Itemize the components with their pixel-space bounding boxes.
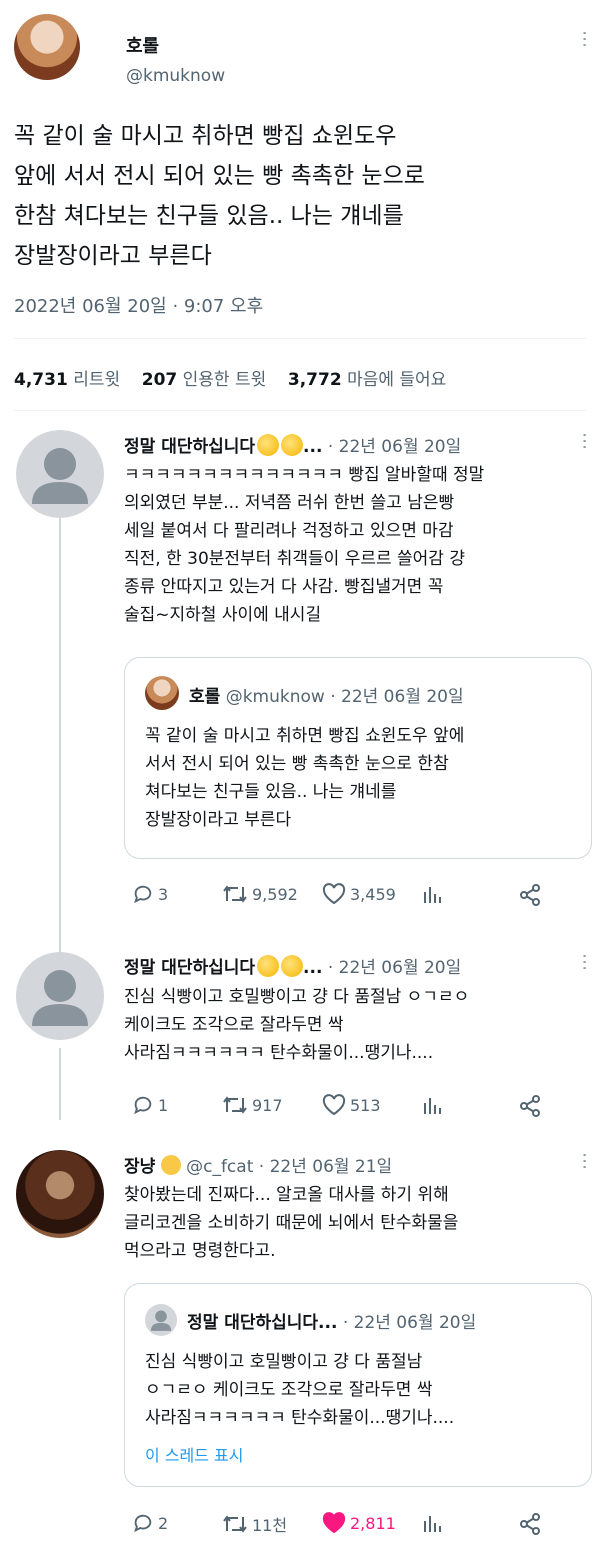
retweet-button[interactable]: 917 [222,1094,283,1116]
retweet-count: 9,592 [252,884,298,904]
quoted-handle: @kmuknow [225,687,325,707]
reply-display-name[interactable]: 장냥 [124,1157,155,1177]
quoted-tweet[interactable]: 호롤 @kmuknow · 22년 06월 20일 꼭 같이 술 마시고 취하면… [124,657,592,859]
reply-avatar[interactable] [16,430,104,518]
reply-date[interactable]: · 22년 06월 21일 [259,1157,392,1177]
more-options-icon[interactable]: ⋯ [574,1152,595,1170]
reply-icon [134,1514,152,1533]
share-button[interactable] [518,883,546,907]
reply-header: 정말 대단하십니다... · 22년 06월 20일 [124,953,461,978]
thread-line [59,512,61,952]
clapping-hands-emoji [257,434,280,456]
quoted-text: 꼭 같이 술 마시고 취하면 빵집 쇼윈도우 앞에 서서 전시 되어 있는 빵 … [145,726,465,830]
analytics-button[interactable] [422,883,448,905]
share-icon [520,1095,540,1117]
tweet-stats: 4,731 리트윗 207 인용한 트윗 3,772 마음에 들어요 [14,365,446,390]
clapping-hands-emoji [281,434,304,456]
default-user-icon [32,448,88,504]
quote-stat[interactable]: 207 인용한 트윗 [142,370,267,390]
author-avatar[interactable] [14,14,80,80]
like-count: 2,811 [350,1513,396,1533]
share-button[interactable] [518,1094,546,1118]
analytics-icon [424,887,441,903]
show-thread-link[interactable]: 이 스레드 표시 [145,1442,244,1466]
reply-count: 2 [158,1513,169,1533]
divider [14,338,586,339]
heart-icon [322,883,346,905]
tweet-text: 꼭 같이 술 마시고 취하면 빵집 쇼윈도우 앞에 서서 전시 되어 있는 빵 … [14,123,425,269]
divider [14,410,586,411]
retweet-count: 11천 [252,1516,288,1535]
more-options-icon[interactable]: ⋯ [574,953,595,971]
like-count: 3,459 [350,884,396,904]
quoted-text: 진심 식빵이고 호밀빵이고 걍 다 품절남 ㅇㄱㄹㅇ 케이크도 조각으로 잘라두… [145,1352,455,1428]
default-user-icon [32,970,88,1026]
retweet-icon [223,1515,247,1533]
heart-filled-icon [322,1512,346,1534]
reply-button[interactable]: 3 [132,883,168,905]
reply-text: ㅋㅋㅋㅋㅋㅋㅋㅋㅋㅋㅋㅋㅋㅋ 빵집 알바할때 정말 의외였던 부분... 저녁쯤… [124,465,485,625]
clapping-hands-emoji [257,955,280,977]
author-display-name[interactable]: 호롤 [126,32,159,58]
reply-display-name[interactable]: 정말 대단하십니다 [124,437,255,457]
retweet-count: 917 [252,1095,283,1115]
thread-line [59,1048,61,1120]
quoted-tweet[interactable]: 정말 대단하십니다... · 22년 06월 20일 진심 식빵이고 호밀빵이고… [124,1283,592,1487]
mask-face-emoji [160,1155,181,1175]
reply-button[interactable]: 1 [132,1094,168,1116]
quoted-author-avatar [145,1304,177,1336]
reply-button[interactable]: 2 [132,1512,168,1534]
retweet-button[interactable]: 9,592 [222,883,298,905]
reply-avatar[interactable] [16,1150,104,1238]
retweet-icon [223,1096,247,1114]
like-count: 513 [350,1095,381,1115]
quoted-display-name: 호롤 [189,687,221,707]
reply-handle[interactable]: @c_fcat [186,1157,253,1177]
retweet-icon [223,885,247,903]
heart-icon [322,1094,346,1116]
tweet-timestamp[interactable]: 2022년 06월 20일 · 9:07 오후 [14,292,263,318]
quoted-date: · 22년 06월 20일 [342,1313,477,1333]
analytics-button[interactable] [422,1094,448,1116]
reply-count: 1 [158,1095,169,1115]
retweet-button[interactable]: 11천 [222,1512,287,1536]
reply-date[interactable]: · 22년 06월 20일 [328,958,461,978]
quoted-author-avatar [145,676,179,710]
reply-icon [134,1096,152,1115]
reply-header: 장냥 @c_fcat · 22년 06월 21일 [124,1152,392,1177]
reply-date[interactable]: · 22년 06월 20일 [328,437,461,457]
like-button[interactable]: 3,459 [322,883,396,905]
author-handle[interactable]: @kmuknow [126,66,225,86]
more-options-icon[interactable]: ⋯ [574,432,595,450]
retweet-stat[interactable]: 4,731 리트윗 [14,370,120,390]
reply-text: 진심 식빵이고 호밀빵이고 걍 다 품절남 ㅇㄱㄹㅇ 케이크도 조각으로 잘라두… [124,987,470,1063]
default-user-icon [150,1310,172,1331]
reply-display-name[interactable]: 정말 대단하십니다 [124,958,255,978]
clapping-hands-emoji [281,955,304,977]
analytics-icon [424,1516,441,1532]
share-icon [520,884,540,906]
like-button[interactable]: 513 [322,1094,381,1116]
analytics-button[interactable] [422,1512,448,1534]
share-button[interactable] [518,1512,546,1536]
more-options-icon[interactable]: ⋯ [574,30,595,48]
share-icon [520,1513,540,1535]
reply-text: 찾아봤는데 진짜다... 알코올 대사를 하기 위해 글리코겐을 소비하기 때문… [124,1185,459,1261]
reply-avatar[interactable] [16,952,104,1040]
reply-icon [134,885,152,904]
like-button[interactable]: 2,811 [322,1512,396,1534]
like-stat[interactable]: 3,772 마음에 들어요 [288,370,446,390]
reply-count: 3 [158,884,169,904]
analytics-icon [424,1098,441,1114]
quoted-date: · 22년 06월 20일 [330,687,464,707]
reply-header: 정말 대단하십니다... · 22년 06월 20일 [124,432,461,457]
quoted-display-name: 정말 대단하십니다... [187,1313,338,1333]
